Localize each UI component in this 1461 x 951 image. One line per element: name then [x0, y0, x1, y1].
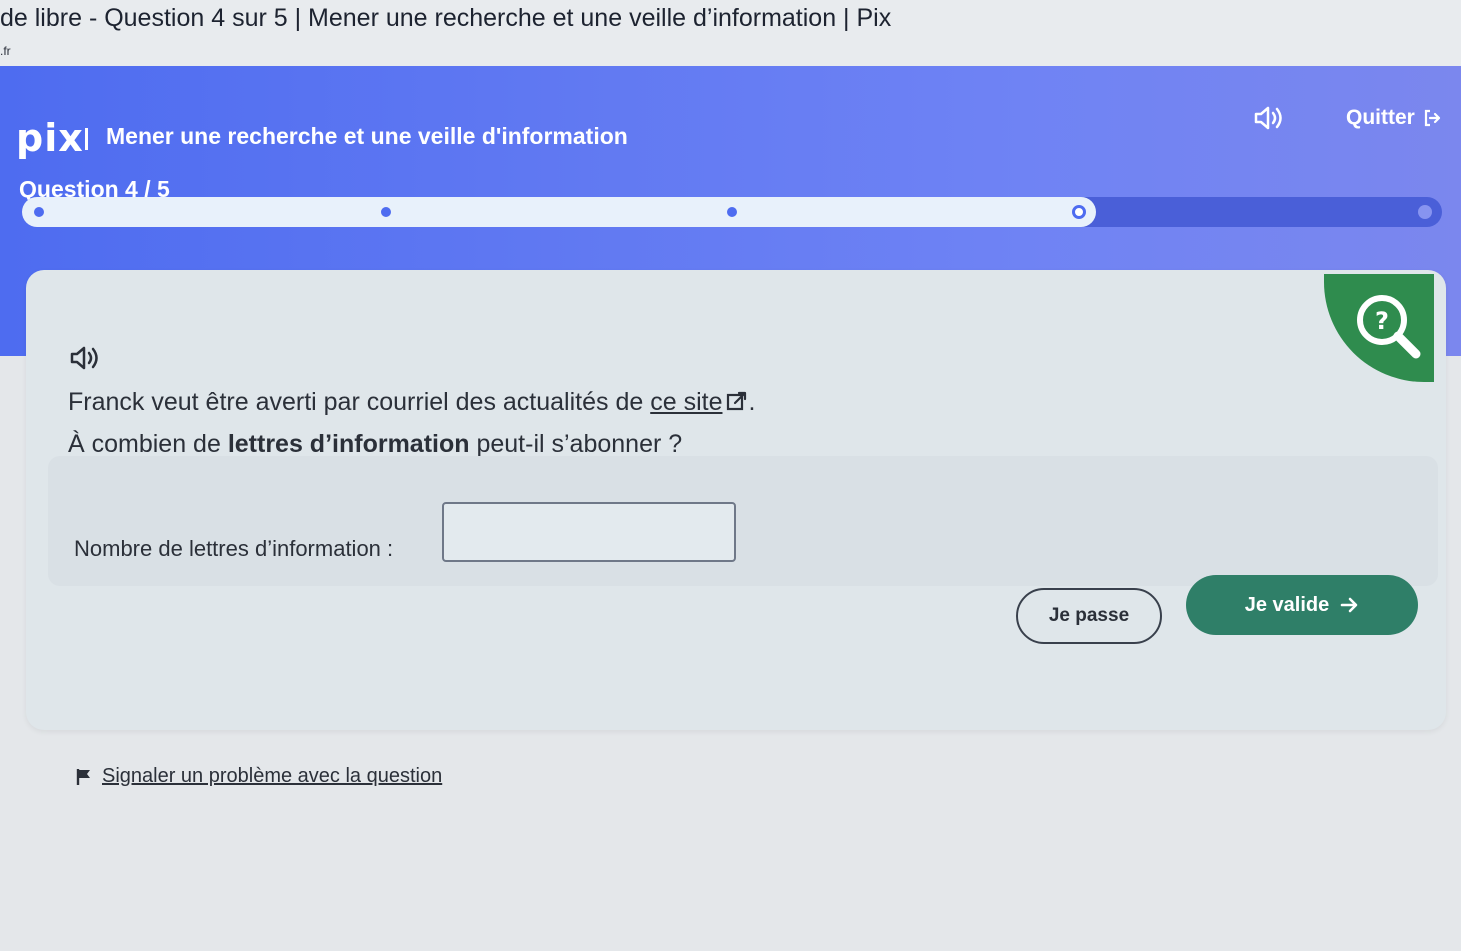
progress-step-5 [1418, 205, 1432, 219]
progress-step-2 [378, 205, 393, 219]
browser-tab-bar: de libre - Question 4 sur 5 | Mener une … [0, 0, 1461, 72]
progress-fill [22, 197, 1096, 227]
instruction-line-1: Franck veut être averti par courriel des… [68, 388, 755, 417]
answer-input[interactable] [442, 502, 736, 562]
browser-url[interactable]: .fr [0, 44, 11, 58]
header-separator [85, 128, 88, 150]
svg-text:?: ? [1375, 307, 1389, 335]
exit-icon [1424, 109, 1440, 127]
instruction-text: Franck veut être averti par courriel des… [68, 388, 651, 416]
progress-step-1 [32, 205, 46, 219]
quit-button[interactable]: Quitter [1346, 104, 1441, 132]
arrow-right-icon [1340, 597, 1358, 613]
flag-icon [76, 768, 90, 785]
browser-tab-title[interactable]: de libre - Question 4 sur 5 | Mener une … [0, 4, 891, 33]
instruction-emphasis: lettres d’information [227, 430, 470, 458]
instruction-punctuation: . [748, 388, 756, 416]
answer-zone [48, 456, 1438, 586]
quit-label: Quitter [1346, 106, 1415, 129]
instruction-line-2: À combien de lettres d’information peut-… [68, 430, 682, 459]
instruction-site-link[interactable]: ce site [650, 388, 722, 416]
speaker-icon[interactable] [1252, 104, 1286, 132]
progress-step-3 [725, 205, 739, 219]
report-problem-link[interactable]: Signaler un problème avec la question [76, 765, 442, 788]
challenge-card: ? Franck veut être averti par courriel d… [26, 270, 1446, 730]
validate-label: Je valide [1244, 593, 1330, 616]
progress-step-4 [1071, 205, 1086, 219]
external-link-icon[interactable] [726, 390, 748, 412]
help-badge[interactable]: ? [1324, 274, 1434, 382]
answer-label: Nombre de lettres d’information : [74, 536, 394, 561]
pix-logo[interactable]: pix [16, 116, 84, 160]
progress-bar [22, 197, 1442, 227]
speaker-icon[interactable] [68, 344, 102, 372]
help-magnifier-icon: ? [1357, 295, 1421, 359]
skip-button[interactable]: Je passe [1016, 588, 1162, 644]
validate-button[interactable]: Je valide [1186, 575, 1418, 635]
competence-title: Mener une recherche et une veille d'info… [106, 123, 628, 149]
instruction-text: À combien de [68, 430, 228, 458]
report-problem-label: Signaler un problème avec la question [102, 765, 443, 787]
instruction-text: peut-il s’abonner ? [469, 430, 683, 458]
